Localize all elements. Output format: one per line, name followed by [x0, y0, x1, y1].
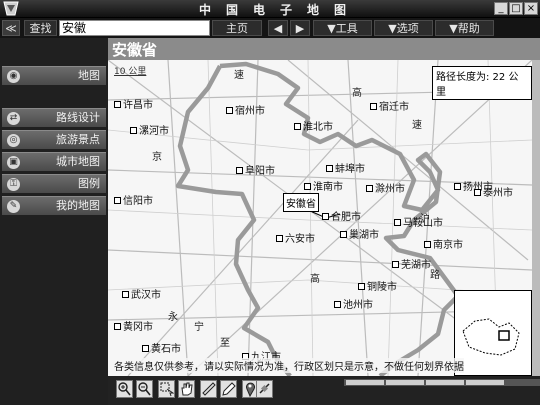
city-label[interactable]: 淮北市: [294, 118, 333, 133]
tools-menu[interactable]: ▼工具: [313, 20, 372, 36]
sidebar-item-route[interactable]: ⇄ 路线设计: [2, 108, 106, 127]
pen-icon: ✎: [7, 200, 20, 213]
search-input[interactable]: 安徽: [59, 20, 210, 36]
measure-icon: [202, 382, 216, 396]
city-label[interactable]: 阜阳市: [236, 162, 275, 177]
zoom-in-icon: [118, 382, 131, 396]
sidebar-item-label: 我的地图: [56, 199, 100, 212]
maximize-button[interactable]: □: [509, 2, 523, 15]
overview-minimap[interactable]: [454, 290, 532, 376]
city-label[interactable]: 马鞍山市: [394, 214, 443, 229]
pencil-button[interactable]: [220, 380, 237, 398]
road-label: 速: [234, 70, 244, 81]
road-label: 高: [352, 88, 362, 99]
city-label[interactable]: 黄冈市: [114, 318, 153, 333]
globe-icon: ◉: [7, 70, 20, 83]
road-label: 京: [152, 152, 162, 163]
next-button[interactable]: ▶: [290, 20, 310, 36]
road-label: 宁: [194, 322, 204, 333]
city-label[interactable]: 泰州市: [474, 184, 513, 199]
help-menu[interactable]: ▼帮助: [435, 20, 494, 36]
page-title: 安徽省: [112, 41, 158, 59]
sidebar-item-my-map[interactable]: ✎ 我的地图: [2, 196, 106, 215]
map-header: 安徽省: [108, 38, 540, 60]
pan-button[interactable]: [178, 380, 195, 398]
measure-button[interactable]: [200, 380, 217, 398]
road-label: 高: [310, 274, 320, 285]
city-label[interactable]: 信阳市: [114, 192, 153, 207]
progress-segment: [386, 380, 424, 385]
sidebar-item-legend[interactable]: ⚿ 图例: [2, 174, 106, 193]
title-bar: 中国电子地图 _ □ ×: [0, 0, 540, 18]
map-disclaimer: 各类信息仅供参考，请以实际情况为准，行政区划只是示意，不做任何划界依据: [114, 358, 464, 373]
sidebar-item-map[interactable]: ◉ 地图: [2, 66, 106, 85]
progress-segment: [426, 380, 464, 385]
minimize-button[interactable]: _: [494, 2, 508, 15]
close-button[interactable]: ×: [524, 2, 538, 15]
city-label[interactable]: 滁州市: [366, 180, 405, 195]
road-label: 永: [168, 312, 178, 323]
city-label[interactable]: 黄石市: [142, 340, 181, 355]
select-icon: [160, 382, 175, 397]
map-callout: 安徽省: [283, 193, 319, 212]
city-label[interactable]: 合肥市: [322, 208, 361, 223]
back-button[interactable]: ≪: [2, 20, 20, 36]
sidebar-item-label: 地图: [78, 69, 100, 82]
city-label[interactable]: 芜湖市: [392, 256, 431, 271]
sidebar-item-scenic[interactable]: ◎ 旅游景点: [2, 130, 106, 149]
zoom-out-icon: [138, 382, 151, 396]
satellite-button[interactable]: [256, 380, 273, 398]
pencil-icon: [222, 382, 236, 396]
map-canvas[interactable]: 10 公里 路径长度为: 22 公里 安徽省 宿州市 宿迁市 淮北市 许昌市 漯…: [108, 60, 532, 376]
sidebar-item-label: 城市地图: [56, 155, 100, 168]
progress-segment: [466, 380, 504, 385]
pan-hand-icon: [181, 382, 193, 396]
toolbar: ≪ 查找 安徽 主页 ◀ ▶ ▼工具 ▼选项 ▼帮助: [0, 18, 540, 38]
prev-button[interactable]: ◀: [268, 20, 288, 36]
home-button[interactable]: 主页: [212, 20, 262, 36]
city-label[interactable]: 蚌埠市: [326, 160, 365, 175]
road-label: 至: [220, 338, 230, 349]
road-label: 速: [412, 120, 422, 131]
window-title: 中国电子地图: [198, 3, 361, 17]
map-toolbar: [108, 376, 540, 405]
options-menu[interactable]: ▼选项: [374, 20, 433, 36]
key-icon: ⚿: [7, 178, 20, 191]
city-label[interactable]: 六安市: [276, 230, 315, 245]
camera-icon: ◎: [7, 134, 20, 147]
city-label[interactable]: 许昌市: [114, 96, 153, 111]
sidebar-item-label: 图例: [78, 177, 100, 190]
satellite-icon: [259, 383, 270, 394]
city-label[interactable]: 南京市: [424, 236, 463, 251]
route-icon: ⇄: [7, 112, 20, 125]
city-label[interactable]: 漯河市: [130, 122, 169, 137]
city-label[interactable]: 武汉市: [122, 286, 161, 301]
city-label[interactable]: 池州市: [334, 296, 373, 311]
progress-segment: [346, 380, 384, 385]
route-length-label: 路径长度为: 22 公里: [432, 66, 532, 100]
sidebar-item-city-map[interactable]: ▣ 城市地图: [2, 152, 106, 171]
city-icon: ▣: [7, 156, 20, 169]
city-label[interactable]: 宿迁市: [370, 98, 409, 113]
sidebar-item-label: 路线设计: [56, 111, 100, 124]
city-label[interactable]: 铜陵市: [358, 278, 397, 293]
scale-bar: 10 公里: [114, 67, 147, 77]
city-label[interactable]: 宿州市: [226, 102, 265, 117]
minimap-outline: [462, 318, 520, 356]
vertical-scrollbar[interactable]: [532, 60, 540, 376]
city-label[interactable]: 巢湖市: [340, 226, 379, 241]
road-label: 沪: [420, 214, 430, 225]
zoom-out-button[interactable]: [136, 380, 153, 398]
sidebar-item-label: 旅游景点: [56, 133, 100, 146]
loading-progress: [344, 379, 540, 386]
zoom-in-button[interactable]: [116, 380, 133, 398]
search-button[interactable]: 查找: [24, 20, 57, 36]
app-window: 中国电子地图 _ □ × ≪ 查找 安徽 主页 ◀ ▶ ▼工具 ▼选项 ▼帮助 …: [0, 0, 540, 405]
city-label[interactable]: 淮南市: [304, 178, 343, 193]
select-button[interactable]: [158, 380, 175, 398]
road-label: 路: [430, 270, 440, 281]
sidebar: ◉ 地图 ⇄ 路线设计 ◎ 旅游景点 ▣ 城市地图 ⚿ 图例 ✎ 我的地图: [0, 38, 108, 405]
